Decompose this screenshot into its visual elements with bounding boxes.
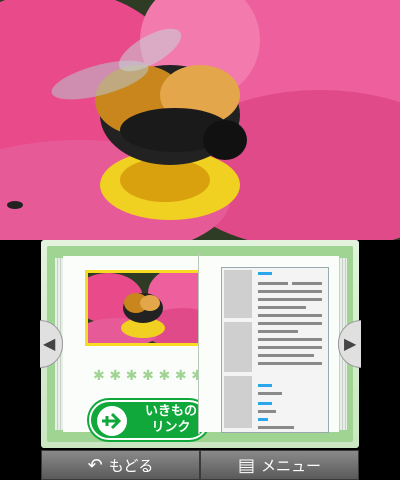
text-line xyxy=(258,314,322,317)
detail-heading-marker xyxy=(258,272,272,275)
back-button[interactable]: ↶ もどる xyxy=(41,450,200,480)
ikimono-link-button[interactable]: いきもの リンク xyxy=(89,400,209,440)
text-line xyxy=(258,298,322,301)
document-icon: ▤ xyxy=(237,454,255,476)
detail-heading-marker xyxy=(258,418,268,421)
detail-block xyxy=(224,376,252,428)
text-line xyxy=(258,410,276,413)
detail-block xyxy=(224,270,252,318)
entry-thumbnail[interactable] xyxy=(85,270,209,346)
entry-details-panel xyxy=(221,267,329,433)
text-line xyxy=(258,346,322,349)
bottom-bar: ↶ もどる ▤ メニュー xyxy=(41,450,359,480)
field-guide-book: ✱ ✱ ✱ ✱ ✱ ✱ ✱ いきもの リンク xyxy=(47,246,353,442)
star-icon: ✱ xyxy=(142,368,154,384)
bee-photo xyxy=(0,0,400,240)
top-screen-photo xyxy=(0,0,400,240)
text-line xyxy=(258,362,322,365)
menu-button[interactable]: ▤ メニュー xyxy=(200,450,359,480)
text-line xyxy=(258,338,322,341)
bottom-screen: ✱ ✱ ✱ ✱ ✱ ✱ ✱ いきもの リンク xyxy=(0,240,400,480)
thumbnail-bee-image xyxy=(88,273,206,343)
star-icon: ✱ xyxy=(109,368,122,384)
arrow-left-icon: ◀ xyxy=(43,334,56,353)
star-icon: ✱ xyxy=(158,368,171,384)
detail-heading-marker xyxy=(258,402,272,405)
text-line xyxy=(258,426,294,429)
text-line xyxy=(258,290,322,293)
back-label: もどる xyxy=(108,456,154,475)
text-line xyxy=(258,306,306,309)
detail-heading-marker xyxy=(258,384,272,387)
detail-block xyxy=(224,322,252,372)
star-icon: ✱ xyxy=(125,368,138,384)
text-line xyxy=(258,354,314,357)
text-line xyxy=(258,392,282,395)
star-icon: ✱ xyxy=(174,368,187,384)
menu-label: メニュー xyxy=(261,456,322,475)
arrow-right-icon: ▶ xyxy=(344,334,357,353)
left-page: ✱ ✱ ✱ ✱ ✱ ✱ ✱ いきもの リンク xyxy=(63,256,209,440)
text-line xyxy=(258,322,322,325)
text-line xyxy=(292,282,322,285)
text-line xyxy=(258,330,298,333)
star-icon: ✱ xyxy=(93,368,105,384)
back-arrow-icon: ↶ xyxy=(87,454,103,476)
rating-stars: ✱ ✱ ✱ ✱ ✱ ✱ ✱ xyxy=(93,368,203,384)
text-line xyxy=(258,282,288,285)
branch-arrow-icon xyxy=(97,406,127,436)
